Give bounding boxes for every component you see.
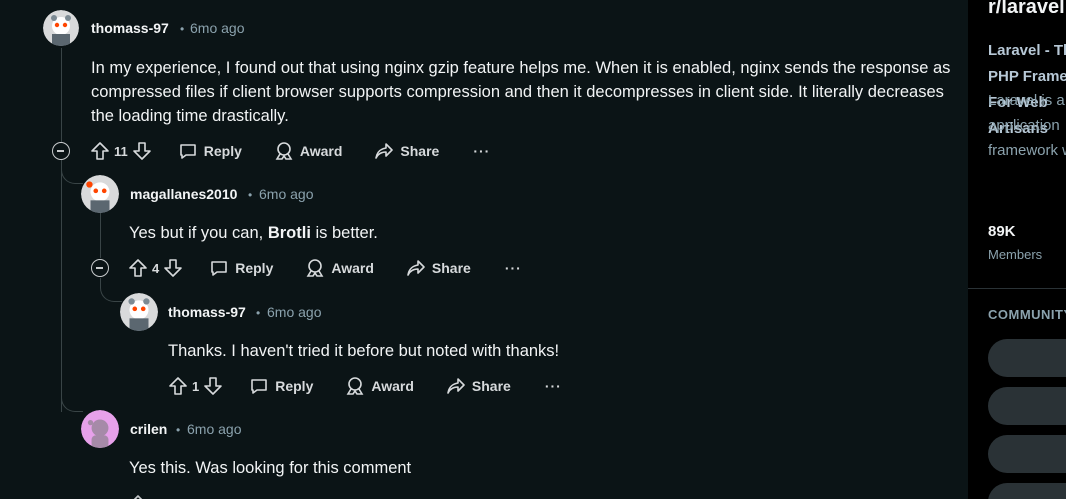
- upvote-icon: [169, 377, 187, 395]
- share-icon: [407, 260, 425, 276]
- award-icon: [306, 259, 324, 277]
- comment-actions: [128, 492, 148, 499]
- award-button[interactable]: Award: [274, 141, 343, 161]
- community-bookmarks-heading: COMMUNITY BOOKMARKS: [988, 307, 1066, 322]
- comment-thread: thomass-97 • 6mo ago In my experience, I…: [0, 0, 968, 499]
- share-button[interactable]: Share: [406, 258, 471, 278]
- more-options-button[interactable]: ···: [505, 260, 522, 276]
- share-button[interactable]: Share: [446, 376, 511, 396]
- vote-count: 11: [114, 143, 128, 159]
- award-icon: [346, 377, 364, 395]
- collapse-thread-button[interactable]: [52, 142, 70, 160]
- comment-text: is better.: [310, 224, 378, 242]
- thread-line[interactable]: [100, 212, 101, 258]
- comment-actions: 11 Reply Award Share ···: [90, 139, 490, 163]
- upvote-icon: [129, 259, 147, 277]
- upvote-button[interactable]: [128, 258, 148, 278]
- comment-author[interactable]: thomass-97: [168, 304, 246, 320]
- comment-timestamp[interactable]: 6mo ago: [187, 421, 241, 437]
- comment-timestamp[interactable]: 6mo ago: [190, 20, 244, 36]
- award-button[interactable]: Award: [345, 376, 414, 396]
- upvote-icon: [133, 495, 143, 499]
- bookmark-button[interactable]: [988, 339, 1066, 377]
- comment-author[interactable]: crilen: [130, 421, 167, 437]
- comment-icon: [251, 379, 268, 394]
- thread-connector: [61, 390, 83, 412]
- upvote-button[interactable]: [168, 376, 188, 396]
- award-icon: [275, 142, 293, 160]
- upvote-icon: [91, 142, 109, 160]
- comment-text: Yes but if you can,: [129, 224, 268, 242]
- bookmark-button[interactable]: [988, 435, 1066, 473]
- thread-connector: [100, 278, 122, 302]
- share-label: Share: [431, 260, 471, 276]
- community-name[interactable]: r/laravel: [988, 0, 1065, 19]
- members-count: 89K: [988, 223, 1016, 240]
- upvote-button[interactable]: [90, 141, 110, 161]
- downvote-icon: [164, 259, 183, 277]
- comment-body: In my experience, I found out that using…: [91, 59, 951, 125]
- comment-timestamp[interactable]: 6mo ago: [267, 304, 321, 320]
- divider: [968, 288, 1066, 289]
- separator-dot: •: [256, 306, 261, 320]
- comment-icon: [179, 144, 196, 159]
- share-label: Share: [471, 378, 511, 394]
- reply-label: Reply: [275, 378, 314, 394]
- bookmark-button[interactable]: [988, 483, 1066, 499]
- bookmark-button[interactable]: [988, 387, 1066, 425]
- community-sidebar: r/laravel Laravel - The PHP Framework Fo…: [968, 0, 1066, 499]
- thread-connector: [61, 170, 83, 184]
- separator-dot: •: [180, 22, 185, 36]
- downvote-icon: [204, 377, 223, 395]
- separator-dot: •: [248, 188, 253, 202]
- downvote-button[interactable]: [203, 376, 223, 396]
- more-options-button[interactable]: ···: [545, 378, 562, 394]
- avatar[interactable]: [43, 10, 79, 46]
- more-options-button[interactable]: ···: [473, 143, 490, 159]
- comment-body: Yes this. Was looking for this comment: [129, 459, 412, 477]
- award-label: Award: [299, 143, 343, 159]
- reply-button[interactable]: Reply: [249, 376, 313, 396]
- members-label: Members: [988, 247, 1043, 262]
- reply-label: Reply: [203, 143, 242, 159]
- community-description: Laravel is a web application framework w…: [988, 92, 1066, 159]
- thread-line[interactable]: [61, 48, 62, 142]
- comment-actions: 4 Reply Award Share ···: [128, 256, 522, 280]
- downvote-icon: [132, 142, 151, 160]
- share-icon: [447, 378, 465, 394]
- comment-actions: 1 Reply Award Share ···: [168, 374, 562, 398]
- upvote-button[interactable]: [128, 494, 148, 499]
- reply-label: Reply: [235, 260, 274, 276]
- share-label: Share: [400, 143, 440, 159]
- reply-button[interactable]: Reply: [209, 258, 273, 278]
- comment-author[interactable]: thomass-97: [91, 20, 169, 36]
- award-label: Award: [371, 378, 414, 394]
- award-label: Award: [331, 260, 374, 276]
- avatar[interactable]: [81, 410, 119, 448]
- comment-body: Thanks. I haven't tried it before but no…: [168, 342, 560, 360]
- award-button[interactable]: Award: [305, 258, 374, 278]
- avatar[interactable]: [120, 293, 158, 331]
- downvote-button[interactable]: [132, 141, 152, 161]
- reply-button[interactable]: Reply: [178, 141, 242, 161]
- share-button[interactable]: Share: [374, 141, 439, 161]
- separator-dot: •: [176, 423, 181, 437]
- comment-body: Yes but if you can, Brotli is better.: [129, 221, 378, 245]
- avatar[interactable]: [81, 175, 119, 213]
- downvote-button[interactable]: [163, 258, 183, 278]
- vote-count: 4: [152, 260, 160, 276]
- share-icon: [375, 143, 394, 159]
- comment-bold-text: Brotli: [267, 224, 311, 242]
- vote-count: 1: [192, 378, 200, 394]
- collapse-thread-button[interactable]: [91, 259, 109, 277]
- thread-line[interactable]: [61, 160, 62, 412]
- comment-timestamp[interactable]: 6mo ago: [259, 186, 313, 202]
- comment-icon: [211, 261, 228, 276]
- comment-author[interactable]: magallanes2010: [130, 186, 237, 202]
